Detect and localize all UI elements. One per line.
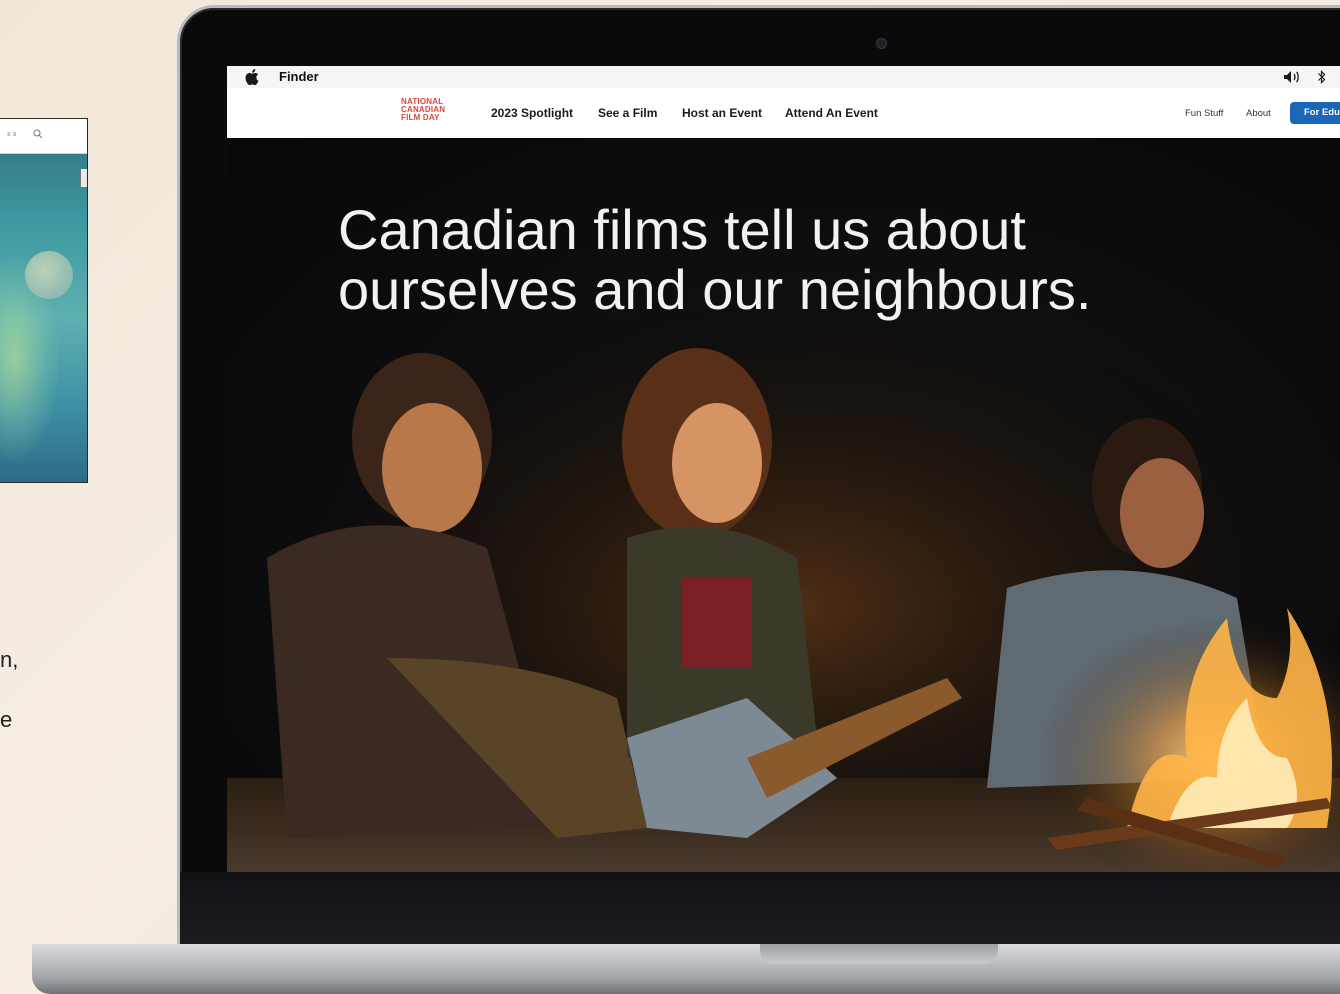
laptop-screen: Finder NATIONAL CANADIAN FILM DAY 2023 S… <box>227 66 1340 872</box>
caption-fragment-1: n, <box>0 647 19 672</box>
mac-menu-bar: Finder <box>227 66 1340 89</box>
laptop-chin <box>180 872 1340 944</box>
site-navigation: NATIONAL CANADIAN FILM DAY 2023 Spotligh… <box>227 88 1340 139</box>
hero-headline-line-1: Canadian films tell us about <box>338 198 1026 261</box>
bluetooth-icon[interactable] <box>1317 69 1327 85</box>
hero-headline: Canadian films tell us about ourselves a… <box>338 200 1238 320</box>
tablet-edge-control <box>80 169 87 187</box>
nav-link-see-a-film[interactable]: See a Film <box>598 106 657 120</box>
laptop-base-notch <box>760 944 998 964</box>
caption-fragment-2: e <box>0 707 13 732</box>
nav-link-2023-spotlight[interactable]: 2023 Spotlight <box>491 106 573 120</box>
apple-logo-icon[interactable] <box>245 69 259 85</box>
stage: ≡ ≡ n, e Finder NATIONAL CANADIAN FILM D… <box>0 0 1340 994</box>
for-educators-button[interactable]: For Edu <box>1290 102 1340 124</box>
volume-icon[interactable] <box>1283 70 1301 84</box>
nav-link-about[interactable]: About <box>1246 108 1271 119</box>
hero-section: Canadian films tell us about ourselves a… <box>227 138 1340 872</box>
nav-link-attend-an-event[interactable]: Attend An Event <box>785 106 878 120</box>
nav-link-fun-stuff[interactable]: Fun Stuff <box>1185 108 1223 119</box>
logo-line-3: FILM DAY <box>401 113 440 122</box>
side-caption-fragment: n, e <box>0 630 20 750</box>
nav-link-host-an-event[interactable]: Host an Event <box>682 106 762 120</box>
tablet-menu-text: ≡ ≡ <box>7 132 17 138</box>
search-icon <box>33 129 43 139</box>
finder-menu[interactable]: Finder <box>279 69 319 84</box>
moon-orb <box>25 251 73 299</box>
site-logo[interactable]: NATIONAL CANADIAN FILM DAY <box>401 98 445 122</box>
webcam-icon <box>876 38 887 49</box>
laptop-base <box>32 944 1340 994</box>
hero-headline-line-2: ourselves and our neighbours. <box>338 258 1092 321</box>
tablet-top-bar: ≡ ≡ <box>0 119 87 154</box>
background-tablet-screen: ≡ ≡ <box>0 118 88 483</box>
